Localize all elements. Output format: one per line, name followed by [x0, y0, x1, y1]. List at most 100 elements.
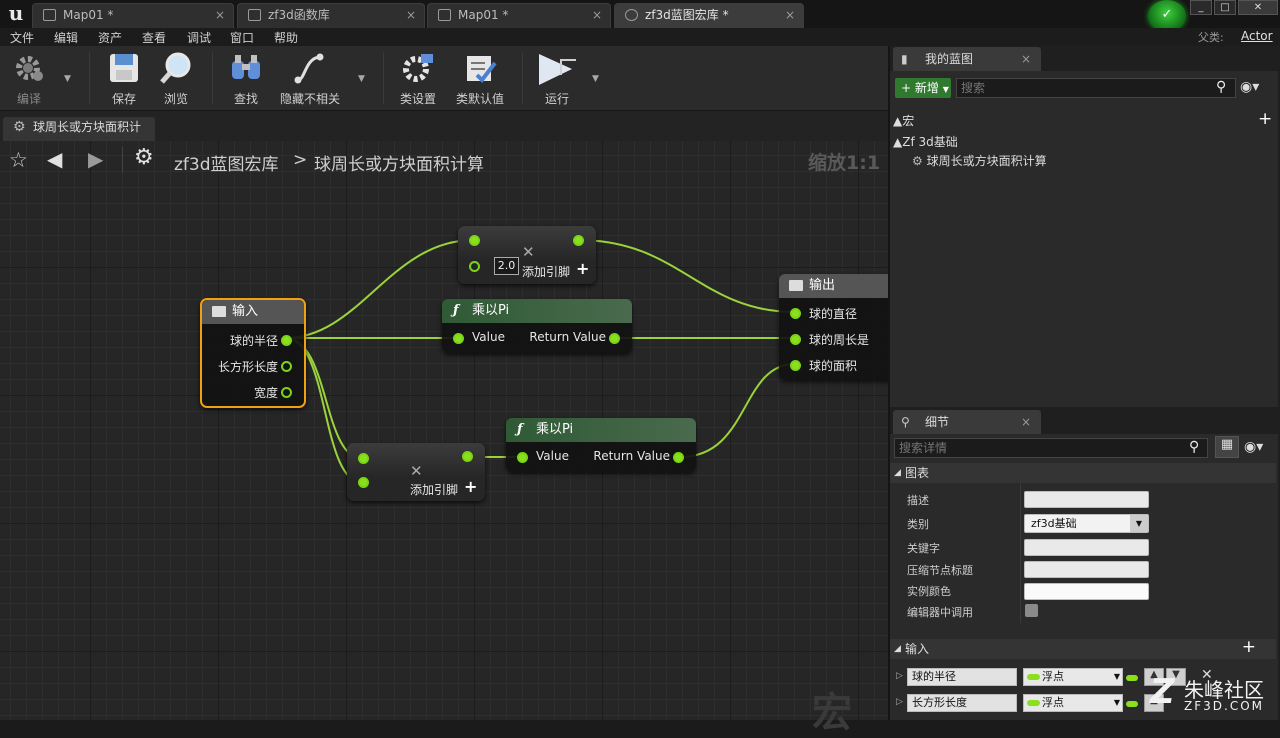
save-button[interactable]: 保存: [105, 51, 143, 109]
graph-section-header[interactable]: ◢ 图表: [890, 463, 1276, 483]
pin-circumference-in[interactable]: [790, 334, 801, 345]
run-button[interactable]: 运行: [535, 51, 579, 109]
pin-multiply-a-in[interactable]: [358, 453, 369, 464]
input-type-combobox[interactable]: 浮点 ▼: [1023, 694, 1123, 712]
eye-icon[interactable]: ◉▾: [1244, 439, 1263, 455]
multiply-b-value-field[interactable]: 2.0: [494, 257, 519, 275]
pin-pi-return-out[interactable]: [673, 452, 684, 463]
class-settings-button[interactable]: 类设置: [398, 51, 438, 109]
close-window-icon[interactable]: ✕: [1238, 0, 1278, 15]
graph-canvas[interactable]: 输入 球的半径 长方形长度 宽度 2.0 ✕ 添加引脚 + ƒ 乘以Pi Val…: [0, 141, 888, 720]
eye-icon[interactable]: ◉▾: [1240, 79, 1259, 95]
pin-pi-value-in[interactable]: [453, 333, 464, 344]
input-name-field[interactable]: 球的半径: [907, 668, 1017, 686]
pin-multiply-out[interactable]: [573, 235, 584, 246]
input-name-field[interactable]: 长方形长度: [907, 694, 1017, 712]
menu-help[interactable]: 帮助: [274, 29, 298, 46]
pin-label-area: 球的面积: [809, 359, 858, 373]
minimize-icon[interactable]: _: [1190, 0, 1212, 15]
macro-list-item[interactable]: ⚙ 球周长或方块面积计算: [912, 152, 1047, 169]
menu-window[interactable]: 窗口: [230, 29, 254, 46]
back-arrow-icon[interactable]: ◀: [47, 147, 62, 171]
pin-pi-return-out[interactable]: [609, 333, 620, 344]
close-icon[interactable]: ×: [785, 4, 795, 26]
run-options-chevron-icon[interactable]: ▼: [592, 74, 599, 84]
pin-area-in[interactable]: [790, 360, 801, 371]
keywords-field[interactable]: [1024, 539, 1149, 556]
close-icon[interactable]: ×: [1021, 47, 1031, 71]
output-node[interactable]: 输出 球的直径 球的周长是 球的面积: [779, 274, 888, 380]
description-field[interactable]: [1024, 491, 1149, 508]
input-node[interactable]: 输入 球的半径 长方形长度 宽度: [200, 298, 306, 408]
tab-my-blueprint[interactable]: ▮ 我的蓝图 ×: [893, 47, 1041, 71]
compact-title-field[interactable]: [1024, 561, 1149, 578]
tab-map01-a[interactable]: Map01 * ×: [32, 3, 234, 28]
input-type-combobox[interactable]: 浮点 ▼: [1023, 668, 1123, 686]
menu-edit[interactable]: 编辑: [54, 29, 78, 46]
find-button[interactable]: 查找: [226, 51, 266, 109]
class-defaults-button[interactable]: 类默认值: [454, 51, 506, 109]
hide-unrelated-button[interactable]: 隐藏不相关: [280, 51, 340, 109]
menu-asset[interactable]: 资产: [98, 29, 122, 46]
tab-details[interactable]: ⚲ 细节 ×: [893, 410, 1041, 434]
category-header[interactable]: ▲Zf 3d基础: [893, 133, 958, 150]
menu-file[interactable]: 文件: [10, 29, 34, 46]
expand-arrow-icon[interactable]: ▷: [896, 697, 903, 707]
maximize-icon[interactable]: □: [1214, 0, 1236, 15]
details-search-input[interactable]: [894, 438, 1208, 458]
close-icon[interactable]: ×: [592, 4, 602, 26]
breadcrumb-separator: >: [293, 150, 308, 170]
multiply-node-top[interactable]: 2.0 ✕ 添加引脚 +: [458, 226, 596, 284]
pin-label-rect-length: 长方形长度: [217, 360, 278, 374]
add-pin-label[interactable]: 添加引脚: [522, 263, 570, 280]
add-pin-plus-icon[interactable]: +: [576, 259, 589, 278]
tab-map01-b[interactable]: Map01 * ×: [427, 3, 611, 28]
pin-diameter-in[interactable]: [790, 308, 801, 319]
multiply-by-pi-node-top[interactable]: ƒ 乘以Pi Value Return Value: [442, 299, 632, 353]
add-pin-plus-icon[interactable]: +: [464, 477, 477, 496]
add-new-button[interactable]: + 新增 ▼: [895, 78, 951, 98]
menu-view[interactable]: 查看: [142, 29, 166, 46]
category-combobox[interactable]: zf3d基础 ▼: [1024, 514, 1149, 533]
multiply-node-bottom[interactable]: ✕ 添加引脚 +: [347, 443, 485, 501]
my-blueprint-search-input[interactable]: [956, 78, 1236, 98]
pin-pi-value-in[interactable]: [517, 452, 528, 463]
pin-label-value: Value: [472, 330, 505, 344]
pin-multiply-a-in[interactable]: [469, 235, 480, 246]
pin-multiply-b-in[interactable]: [358, 477, 369, 488]
tab-macro-library[interactable]: zf3d蓝图宏库 * ×: [614, 3, 804, 28]
multiply-by-pi-node-bottom[interactable]: ƒ 乘以Pi Value Return Value: [506, 418, 696, 472]
favorite-star-icon[interactable]: ☆: [9, 148, 28, 172]
menu-debug[interactable]: 调试: [187, 29, 211, 46]
pin-width-out[interactable]: [281, 387, 292, 398]
close-icon[interactable]: ×: [215, 4, 225, 26]
browse-button[interactable]: 浏览: [156, 51, 196, 109]
pin-rect-length-out[interactable]: [281, 361, 292, 372]
macros-section-header[interactable]: ▲宏: [893, 112, 914, 129]
instance-color-swatch[interactable]: [1024, 583, 1149, 600]
pin-radius-out[interactable]: [281, 335, 292, 346]
add-new-label: 新增: [914, 81, 939, 95]
breadcrumb-library[interactable]: zf3d蓝图宏库: [174, 150, 279, 175]
unreal-logo-icon[interactable]: u: [4, 1, 28, 25]
tab-graph-macro[interactable]: ⚙ 球周长或方块面积计: [3, 117, 155, 141]
pin-multiply-b-in[interactable]: [469, 261, 480, 272]
property-matrix-icon[interactable]: ▦: [1215, 436, 1239, 458]
parent-class-link[interactable]: Actor: [1241, 29, 1273, 43]
compile-button[interactable]: 编译: [8, 51, 50, 109]
category-prop-label: 类别: [907, 518, 929, 531]
close-icon[interactable]: ×: [406, 4, 416, 26]
add-input-plus-icon[interactable]: +: [1242, 637, 1256, 657]
window-controls: _ □ ✕: [1184, 0, 1280, 16]
add-macro-plus-icon[interactable]: +: [1258, 109, 1272, 129]
compile-options-chevron-icon[interactable]: ▼: [64, 74, 71, 84]
tab-function-library[interactable]: zf3d函数库 ×: [237, 3, 425, 28]
call-in-editor-checkbox[interactable]: [1025, 604, 1038, 617]
add-pin-label[interactable]: 添加引脚: [410, 481, 458, 498]
expand-arrow-icon[interactable]: ▷: [896, 671, 903, 681]
inputs-section-header[interactable]: ◢ 输入 +: [890, 637, 1276, 659]
pin-multiply-out[interactable]: [462, 451, 473, 462]
forward-arrow-icon[interactable]: ▶: [88, 147, 103, 171]
hide-unrelated-chevron-icon[interactable]: ▼: [358, 74, 365, 84]
close-icon[interactable]: ×: [1021, 410, 1031, 434]
